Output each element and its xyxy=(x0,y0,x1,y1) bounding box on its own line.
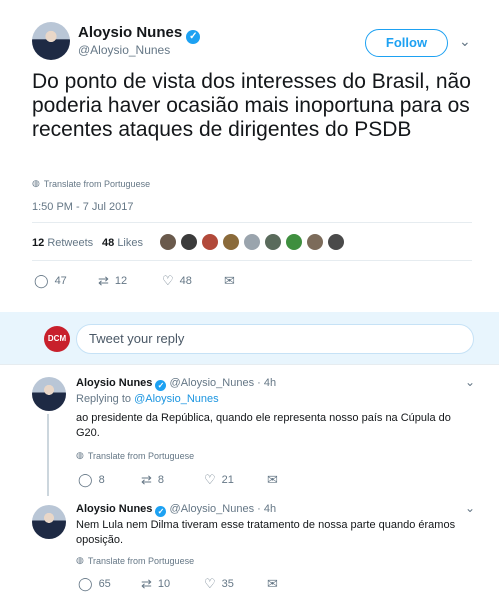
reply-avatar[interactable] xyxy=(32,377,66,411)
divider xyxy=(0,364,499,365)
reply-author-name[interactable]: Aloysio Nunes xyxy=(76,377,152,389)
verified-badge-icon: ✓ xyxy=(186,30,201,44)
globe-icon: ◍ xyxy=(76,450,84,460)
likers-avatars xyxy=(160,234,344,250)
liker-avatar[interactable] xyxy=(286,234,302,250)
reply-count: 47 xyxy=(54,274,67,287)
liker-avatar[interactable] xyxy=(307,234,323,250)
replying-to: Replying to @Aloysio_Nunes xyxy=(76,393,219,405)
tweet-timestamp[interactable]: 1:50 PM - 7 Jul 2017 xyxy=(32,201,134,213)
message-action[interactable]: ✉ xyxy=(267,577,278,590)
envelope-icon: ✉ xyxy=(224,273,235,288)
like-count: 48 xyxy=(179,274,192,287)
reply-count: 8 xyxy=(98,473,105,486)
tweet-menu-chevron-icon[interactable]: ⌄ xyxy=(459,33,471,50)
translate-label: Translate from Portuguese xyxy=(87,555,195,566)
reply-author-handle[interactable]: @Aloysio_Nunes xyxy=(170,503,255,515)
like-action[interactable]: ♡ 21 xyxy=(204,473,234,486)
liker-avatar[interactable] xyxy=(202,234,218,250)
like-action[interactable]: ♡ 35 xyxy=(204,577,234,590)
reply-action[interactable]: ◯ 65 xyxy=(78,577,111,590)
reply-action[interactable]: ◯ 47 xyxy=(34,274,67,287)
globe-icon: ◍ xyxy=(32,178,40,188)
retweet-icon: ⇄ xyxy=(141,472,152,487)
like-count: 21 xyxy=(221,473,234,486)
reply-author-handle[interactable]: @Aloysio_Nunes xyxy=(170,377,255,389)
reply-count: 65 xyxy=(98,577,111,590)
retweet-action[interactable]: ⇄ 12 xyxy=(98,274,127,287)
retweets-stat[interactable]: 12 Retweets xyxy=(32,237,93,249)
replying-to-link[interactable]: @Aloysio_Nunes xyxy=(134,393,219,405)
reply-text: ao presidente da República, quando ele r… xyxy=(76,412,451,439)
separator-dot: · xyxy=(257,503,261,515)
translate-link[interactable]: ◍ Translate from Portuguese xyxy=(76,555,194,566)
composer-avatar[interactable]: DCM xyxy=(44,326,70,352)
retweets-count: 12 xyxy=(32,237,45,249)
author-name[interactable]: Aloysio Nunes xyxy=(78,24,182,41)
like-count: 35 xyxy=(221,577,234,590)
author-name-row[interactable]: Aloysio Nunes ✓ xyxy=(78,24,201,44)
envelope-icon: ✉ xyxy=(267,576,278,591)
liker-avatar[interactable] xyxy=(160,234,176,250)
reply-header: Aloysio Nunes ✓ @Aloysio_Nunes · 4h xyxy=(76,377,276,391)
retweet-action[interactable]: ⇄ 8 xyxy=(141,473,164,486)
follow-button[interactable]: Follow xyxy=(365,29,448,57)
liker-avatar[interactable] xyxy=(265,234,281,250)
envelope-icon: ✉ xyxy=(267,472,278,487)
translate-label: Translate from Portuguese xyxy=(43,178,151,189)
retweet-count: 8 xyxy=(157,473,165,486)
reply-header: Aloysio Nunes ✓ @Aloysio_Nunes · 4h xyxy=(76,503,276,517)
reply-time[interactable]: 4h xyxy=(264,503,276,515)
globe-icon: ◍ xyxy=(76,555,84,565)
reply-text: Nem Lula nem Dilma tiveram esse tratamen… xyxy=(76,519,456,546)
reply-author-name[interactable]: Aloysio Nunes xyxy=(76,503,152,515)
reply-time[interactable]: 4h xyxy=(264,377,276,389)
verified-badge-icon: ✓ xyxy=(155,380,167,391)
replying-to-label: Replying to xyxy=(76,393,132,405)
separator-dot: · xyxy=(257,377,261,389)
heart-icon: ♡ xyxy=(204,472,216,487)
heart-icon: ♡ xyxy=(204,576,216,591)
translate-link[interactable]: ◍ Translate from Portuguese xyxy=(76,450,194,461)
reply-action[interactable]: ◯ 8 xyxy=(78,473,105,486)
liker-avatar[interactable] xyxy=(244,234,260,250)
author-handle[interactable]: @Aloysio_Nunes xyxy=(78,43,170,57)
likes-label: Likes xyxy=(117,237,143,249)
reply-composer: DCM Tweet your reply xyxy=(0,312,499,364)
retweet-icon: ⇄ xyxy=(98,273,109,288)
reply-menu-chevron-icon[interactable]: ⌄ xyxy=(465,375,475,389)
heart-icon: ♡ xyxy=(162,273,174,288)
likes-count: 48 xyxy=(102,237,115,249)
retweet-action[interactable]: ⇄ 10 xyxy=(141,577,170,590)
author-avatar[interactable] xyxy=(32,22,70,60)
translate-link[interactable]: ◍ Translate from Portuguese xyxy=(32,178,150,189)
divider xyxy=(32,260,472,261)
reply-menu-chevron-icon[interactable]: ⌄ xyxy=(465,501,475,515)
reply-icon: ◯ xyxy=(78,472,93,487)
message-action[interactable]: ✉ xyxy=(267,473,278,486)
message-action[interactable]: ✉ xyxy=(224,274,235,287)
reply-icon: ◯ xyxy=(34,273,49,288)
reply-input[interactable]: Tweet your reply xyxy=(76,324,474,354)
retweet-count: 10 xyxy=(157,577,171,590)
tweet-text: Do ponto de vista dos interesses do Bras… xyxy=(32,70,471,141)
liker-avatar[interactable] xyxy=(328,234,344,250)
retweet-icon: ⇄ xyxy=(141,576,152,591)
like-action[interactable]: ♡ 48 xyxy=(162,274,192,287)
liker-avatar[interactable] xyxy=(181,234,197,250)
divider xyxy=(32,222,472,223)
thread-line xyxy=(47,414,49,496)
verified-badge-icon: ✓ xyxy=(155,506,167,517)
reply-avatar[interactable] xyxy=(32,505,66,539)
likes-stat[interactable]: 48 Likes xyxy=(102,237,143,249)
retweets-label: Retweets xyxy=(47,237,94,249)
reply-icon: ◯ xyxy=(78,576,93,591)
translate-label: Translate from Portuguese xyxy=(87,450,195,461)
liker-avatar[interactable] xyxy=(223,234,239,250)
retweet-count: 12 xyxy=(114,274,128,287)
